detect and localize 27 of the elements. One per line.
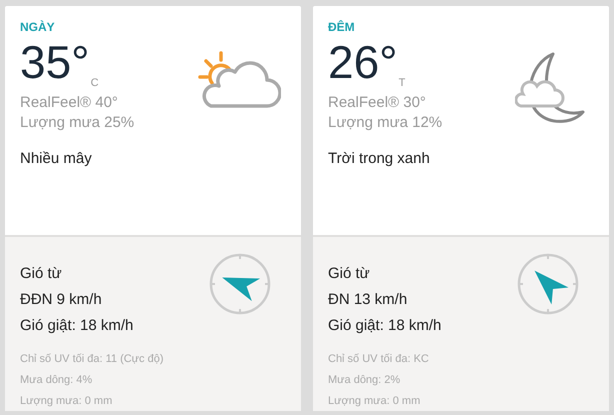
condition-text: Nhiều mây bbox=[20, 150, 93, 167]
detail-text: Mưa dông: 4% bbox=[20, 373, 94, 388]
wind-label: Gió từ bbox=[20, 264, 63, 284]
precipitation-text: Lượng mưa 12% bbox=[328, 113, 444, 133]
period-heading: NGÀY bbox=[20, 20, 56, 34]
period-heading: ĐÊM bbox=[328, 20, 356, 34]
temperature: 35° bbox=[20, 41, 90, 83]
gust-text: Gió giật: 18 km/h bbox=[328, 316, 442, 336]
wind-label: Gió từ bbox=[328, 264, 371, 284]
detail-text: Chỉ số UV tối đa: 11 (Cực độ) bbox=[20, 352, 164, 367]
detail-text: Mưa dông: 2% bbox=[328, 373, 402, 388]
compass-icon bbox=[209, 253, 271, 315]
temperature-unit: C bbox=[90, 77, 99, 89]
precipitation-text: Lượng mưa 25% bbox=[20, 113, 136, 133]
realfeel-text: RealFeel® 40° bbox=[20, 93, 119, 113]
compass-icon bbox=[517, 253, 579, 315]
sun-cloud-icon bbox=[197, 50, 281, 110]
condition-text: Trời trong xanh bbox=[328, 150, 431, 167]
detail-text: Lượng mưa: 0 mm bbox=[20, 394, 114, 409]
gust-text: Gió giật: 18 km/h bbox=[20, 316, 134, 336]
temperature: 26° bbox=[328, 41, 398, 83]
detail-text: Chỉ số UV tối đa: KC bbox=[328, 352, 430, 367]
realfeel-text: RealFeel® 30° bbox=[328, 93, 427, 113]
temperature-unit: T bbox=[398, 77, 406, 89]
detail-text: Lượng mưa: 0 mm bbox=[328, 394, 422, 409]
wind-speed: ĐN 13 km/h bbox=[328, 290, 408, 310]
wind-speed: ĐĐN 9 km/h bbox=[20, 290, 103, 310]
